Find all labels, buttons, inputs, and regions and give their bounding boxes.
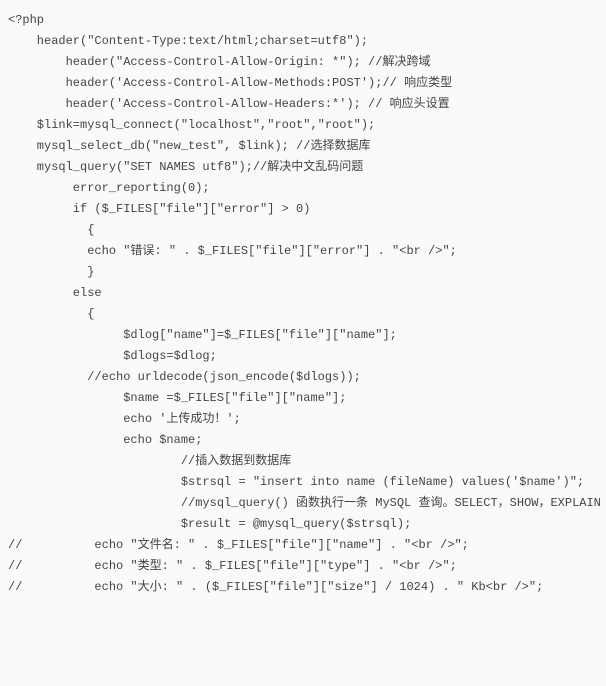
code-line: { [8,307,94,321]
code-line: // echo "文件名: " . $_FILES["file"]["name"… [8,538,469,552]
code-line: $dlogs=$dlog; [8,349,217,363]
code-line: <?php [8,13,44,27]
code-line: $dlog["name"]=$_FILES["file"]["name"]; [8,328,397,342]
code-line: mysql_select_db("new_test", $link); //选择… [8,139,370,153]
code-line: else [8,286,102,300]
code-line: $result = @mysql_query($strsql); [8,517,411,531]
code-line: header("Access-Control-Allow-Origin: *")… [8,55,430,69]
code-line: $name =$_FILES["file"]["name"]; [8,391,346,405]
code-line: $strsql = "insert into name (fileName) v… [8,475,584,489]
code-line: error_reporting(0); [8,181,210,195]
code-line: header('Access-Control-Allow-Methods:POS… [8,76,452,90]
code-line: // echo "大小: " . ($_FILES["file"]["size"… [8,580,543,594]
php-code-block: <?php header("Content-Type:text/html;cha… [0,0,606,608]
code-line: } [8,265,94,279]
code-line: { [8,223,94,237]
code-line: // echo "类型: " . $_FILES["file"]["type"]… [8,559,457,573]
code-line: $link=mysql_connect("localhost","root","… [8,118,375,132]
code-line: //mysql_query() 函数执行一条 MySQL 查询。SELECT，S… [8,496,601,510]
code-line: //echo urldecode(json_encode($dlogs)); [8,370,361,384]
code-line: mysql_query("SET NAMES utf8");//解决中文乱码问题 [8,160,363,174]
code-line: echo "错误: " . $_FILES["file"]["error"] .… [8,244,457,258]
code-line: header('Access-Control-Allow-Headers:*')… [8,97,450,111]
code-line: echo '上传成功！'; [8,412,241,426]
code-line: if ($_FILES["file"]["error"] > 0) [8,202,310,216]
code-line: echo $name; [8,433,202,447]
code-line: header("Content-Type:text/html;charset=u… [8,34,368,48]
code-line: //插入数据到数据库 [8,454,291,468]
